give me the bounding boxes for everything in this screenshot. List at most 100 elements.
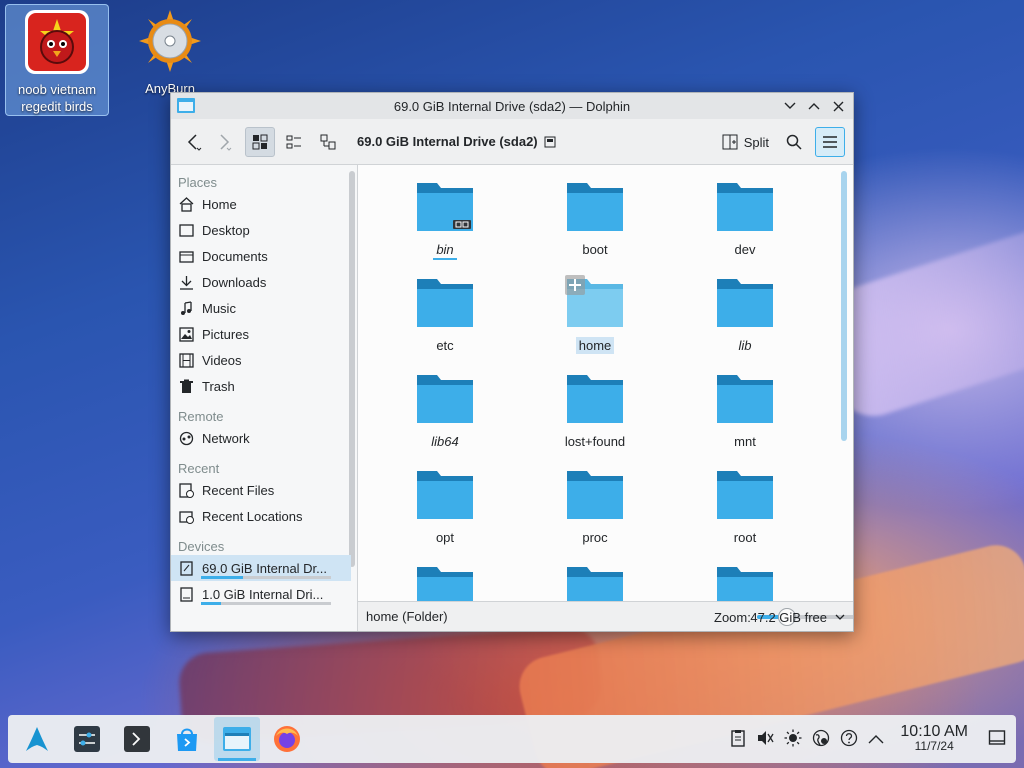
file-item[interactable]: lib <box>670 275 820 371</box>
volume-muted-icon <box>758 730 774 745</box>
sidebar-item-desktop[interactable]: Desktop <box>171 217 357 243</box>
file-item-label: dev <box>734 242 756 257</box>
clipboard-tray-button[interactable] <box>730 729 746 750</box>
folder-icon <box>417 375 473 423</box>
download-icon <box>180 275 193 290</box>
task-dolphin[interactable] <box>214 717 260 761</box>
sidebar-item-downloads[interactable]: Downloads <box>171 269 357 295</box>
maximize-button[interactable] <box>805 96 823 116</box>
sidebar-item-recent-locations[interactable]: Recent Locations <box>171 503 357 529</box>
digital-clock[interactable]: 10:10 AM 11/7/24 <box>900 724 968 754</box>
bird-app-icon <box>25 10 89 74</box>
sidebar-item-music[interactable]: Music <box>171 295 357 321</box>
sidebar-item-label: Network <box>202 430 250 446</box>
sidebar-item-videos[interactable]: Videos <box>171 347 357 373</box>
folder-app-icon <box>177 98 195 113</box>
video-icon <box>179 352 194 368</box>
tray-expand-button[interactable] <box>868 732 884 747</box>
compact-view-icon <box>286 135 301 148</box>
title-bar[interactable]: 69.0 GiB Internal Drive (sda2) — Dolphin <box>171 93 853 119</box>
forward-button[interactable] <box>209 127 239 157</box>
close-button[interactable] <box>829 96 847 116</box>
file-item-label: lost+found <box>564 434 626 449</box>
split-view-icon <box>722 134 738 150</box>
file-item[interactable]: home <box>520 275 670 371</box>
trash-icon <box>180 379 193 393</box>
file-item-label: proc <box>582 530 608 545</box>
chevron-down-icon <box>835 614 845 620</box>
sidebar-item-label: Recent Files <box>202 482 275 498</box>
file-item[interactable]: opt <box>370 467 520 563</box>
places-scrollbar[interactable] <box>349 171 355 567</box>
sidebar-item-documents[interactable]: Documents <box>171 243 357 269</box>
brightness-tray-button[interactable] <box>784 729 802 750</box>
hamburger-menu-button[interactable] <box>815 127 845 157</box>
file-item-label: root <box>733 530 757 545</box>
file-item[interactable]: root <box>670 467 820 563</box>
sidebar-item-label: 69.0 GiB Internal Dr... <box>202 560 328 576</box>
store-bag-icon <box>177 728 197 751</box>
sidebar-item-network[interactable]: Network <box>171 425 357 451</box>
sidebar-item-device-sda2[interactable]: 69.0 GiB Internal Dr... <box>171 555 351 581</box>
split-button[interactable]: Split <box>718 127 773 157</box>
sidebar-item-label: Pictures <box>202 326 249 342</box>
network-globe-icon <box>813 729 830 746</box>
folder-icon <box>717 279 773 327</box>
sidebar-item-pictures[interactable]: Pictures <box>171 321 357 347</box>
minimize-button[interactable] <box>781 96 799 116</box>
back-button[interactable] <box>179 127 209 157</box>
task-discover[interactable] <box>164 717 210 761</box>
help-tray-button[interactable] <box>840 729 858 750</box>
application-launcher-button[interactable] <box>14 717 60 761</box>
folder-app-icon <box>223 727 251 751</box>
help-icon <box>841 729 858 746</box>
file-item[interactable]: boot <box>520 179 670 275</box>
folder-icon <box>717 183 773 231</box>
sidebar-item-device-1gib[interactable]: 1.0 GiB Internal Dri... <box>171 581 357 607</box>
folder-icon <box>717 375 773 423</box>
chevron-down-icon <box>784 102 796 109</box>
content-scrollbar[interactable] <box>841 171 847 441</box>
network-tray-button[interactable] <box>812 729 830 750</box>
desktop-icon-label: noob vietnam regedit birds <box>17 82 97 114</box>
chevron-up-icon <box>808 103 820 110</box>
sidebar-item-label: Videos <box>202 352 242 368</box>
folder-icon <box>417 279 473 327</box>
file-item[interactable]: lost+found <box>520 371 670 467</box>
file-item[interactable]: proc <box>520 467 670 563</box>
breadcrumb[interactable]: 69.0 GiB Internal Drive (sda2) <box>357 134 556 149</box>
file-view[interactable]: bin boot dev etc home lib lib64 lost+found mnt op… <box>358 165 853 631</box>
file-item[interactable]: dev <box>670 179 820 275</box>
search-icon <box>786 134 802 150</box>
file-item-label: lib <box>738 338 752 353</box>
hamburger-icon <box>823 136 837 148</box>
compact-view-button[interactable] <box>279 127 309 157</box>
music-note-icon <box>181 300 192 315</box>
clipboard-icon <box>731 729 746 747</box>
disc-burn-icon <box>139 10 201 72</box>
volume-tray-button[interactable] <box>756 729 774 750</box>
task-terminal[interactable] <box>114 717 160 761</box>
details-view-button[interactable] <box>313 127 343 157</box>
brightness-icon <box>784 729 802 746</box>
file-item-label: etc <box>436 338 454 353</box>
icons-view-button[interactable] <box>245 126 275 157</box>
sidebar-item-recent-files[interactable]: Recent Files <box>171 477 357 503</box>
file-item[interactable]: lib64 <box>370 371 520 467</box>
sidebar-item-home[interactable]: Home <box>171 191 357 217</box>
file-item[interactable]: etc <box>370 275 520 371</box>
system-tray: 10:10 AM 11/7/24 <box>730 715 1006 763</box>
free-space-indicator[interactable]: 47.2 GiB free <box>750 602 845 631</box>
task-settings[interactable] <box>64 717 110 761</box>
search-button[interactable] <box>779 127 809 157</box>
file-item[interactable]: mnt <box>670 371 820 467</box>
show-desktop-button[interactable] <box>988 729 1006 750</box>
task-firefox[interactable] <box>264 717 310 761</box>
file-item-label: lib64 <box>431 434 459 449</box>
zoom-label: Zoom: <box>714 609 751 625</box>
documents-icon <box>179 250 194 263</box>
file-item[interactable]: bin <box>370 179 520 275</box>
file-item-label: home <box>575 337 615 354</box>
sidebar-item-trash[interactable]: Trash <box>171 373 357 399</box>
desktop-icon-noob-vietnam[interactable]: noob vietnam regedit birds <box>5 4 109 116</box>
